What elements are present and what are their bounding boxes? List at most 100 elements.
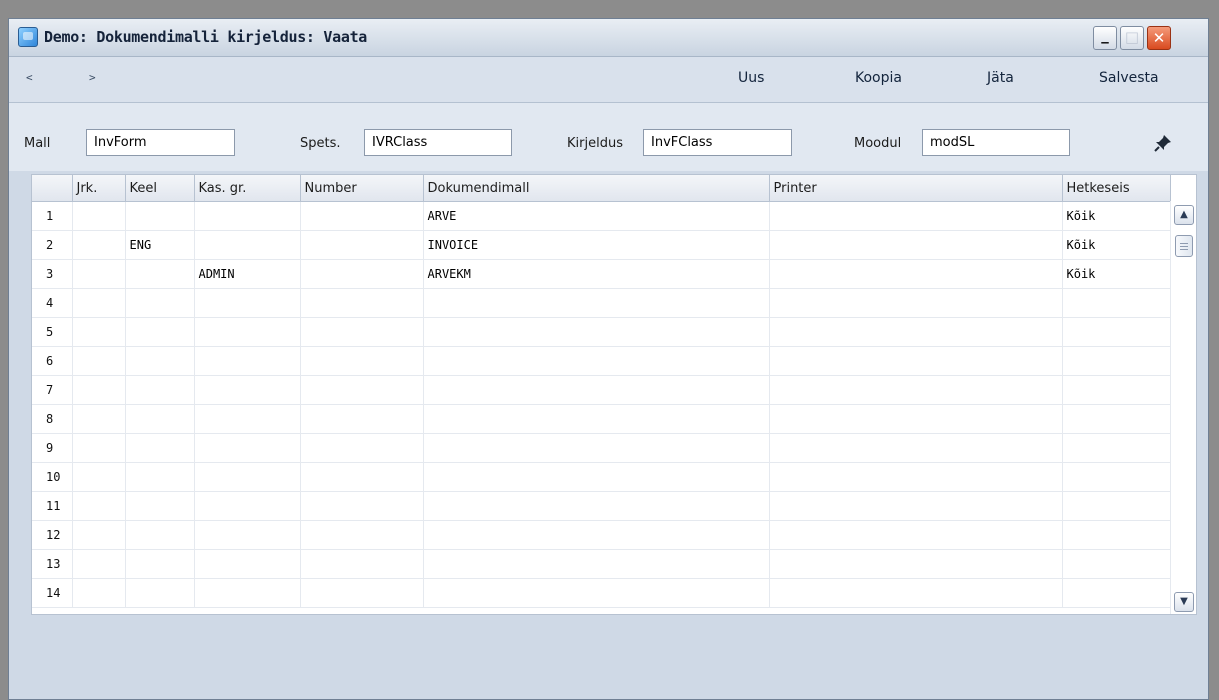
cell-dokumendimall[interactable]	[423, 375, 770, 405]
cell-printer[interactable]	[769, 549, 1063, 579]
cell-printer[interactable]	[769, 578, 1063, 608]
scroll-thumb[interactable]	[1175, 235, 1193, 257]
cell-kas-gr[interactable]	[194, 230, 301, 260]
cell-dokumendimall[interactable]	[423, 346, 770, 376]
pushpin-icon[interactable]	[1153, 133, 1173, 153]
column-header-keel[interactable]: Keel	[125, 175, 195, 202]
cell-dokumendimall[interactable]	[423, 549, 770, 579]
cell-kas-gr[interactable]	[194, 491, 301, 521]
cell-kas-gr[interactable]	[194, 549, 301, 579]
cell-number[interactable]	[300, 404, 424, 434]
cell-keel[interactable]	[125, 578, 195, 608]
cell-printer[interactable]	[769, 520, 1063, 550]
cell-kas-gr[interactable]	[194, 288, 301, 318]
previous-record-button[interactable]: <	[26, 71, 33, 84]
vertical-scrollbar[interactable]: ▲ ▼	[1170, 201, 1196, 614]
table-row[interactable]: 7	[32, 375, 1171, 405]
scroll-up-icon[interactable]: ▲	[1174, 205, 1194, 225]
next-record-button[interactable]: >	[89, 71, 96, 84]
table-row[interactable]: 2 ENG INVOICE Kõik	[32, 230, 1171, 260]
cell-dokumendimall[interactable]	[423, 288, 770, 318]
cell-number[interactable]	[300, 346, 424, 376]
table-row[interactable]: 12	[32, 520, 1171, 550]
cell-kas-gr[interactable]	[194, 201, 301, 231]
cell-keel[interactable]	[125, 317, 195, 347]
cell-kas-gr[interactable]	[194, 578, 301, 608]
column-header-jrk[interactable]: Jrk.	[72, 175, 126, 202]
cell-number[interactable]	[300, 259, 424, 289]
column-header-hetkeseis[interactable]: Hetkeseis	[1062, 175, 1171, 202]
cell-hetkeseis[interactable]	[1062, 346, 1171, 376]
cell-hetkeseis[interactable]	[1062, 288, 1171, 318]
cell-kas-gr[interactable]	[194, 346, 301, 376]
cell-hetkeseis[interactable]: Kõik	[1062, 259, 1171, 289]
minimize-button[interactable]: _	[1093, 26, 1117, 50]
table-row[interactable]: 6	[32, 346, 1171, 376]
copy-button[interactable]: Koopia	[855, 70, 902, 86]
save-button[interactable]: Salvesta	[1099, 70, 1159, 86]
cell-keel[interactable]	[125, 462, 195, 492]
cell-hetkeseis[interactable]	[1062, 317, 1171, 347]
table-row[interactable]: 8	[32, 404, 1171, 434]
table-row[interactable]: 5	[32, 317, 1171, 347]
cell-jrk[interactable]	[72, 491, 126, 521]
cell-printer[interactable]	[769, 491, 1063, 521]
cell-hetkeseis[interactable]	[1062, 462, 1171, 492]
cell-printer[interactable]	[769, 317, 1063, 347]
cell-dokumendimall[interactable]	[423, 404, 770, 434]
title-bar[interactable]: Demo: Dokumendimalli kirjeldus: Vaata _ …	[9, 19, 1208, 57]
cell-printer[interactable]	[769, 230, 1063, 260]
cell-dokumendimall[interactable]: ARVEKM	[423, 259, 770, 289]
table-row[interactable]: 3 ADMIN ARVEKM Kõik	[32, 259, 1171, 289]
cell-dokumendimall[interactable]	[423, 433, 770, 463]
cell-keel[interactable]: ENG	[125, 230, 195, 260]
cell-dokumendimall[interactable]	[423, 462, 770, 492]
cell-number[interactable]	[300, 433, 424, 463]
cell-kas-gr[interactable]	[194, 375, 301, 405]
column-header-number[interactable]: Number	[300, 175, 424, 202]
cell-hetkeseis[interactable]	[1062, 520, 1171, 550]
new-button[interactable]: Uus	[738, 70, 764, 86]
cell-dokumendimall[interactable]	[423, 520, 770, 550]
cell-number[interactable]	[300, 549, 424, 579]
cell-dokumendimall[interactable]	[423, 578, 770, 608]
cell-keel[interactable]	[125, 520, 195, 550]
cell-number[interactable]	[300, 375, 424, 405]
cell-jrk[interactable]	[72, 259, 126, 289]
cell-keel[interactable]	[125, 259, 195, 289]
cell-hetkeseis[interactable]	[1062, 404, 1171, 434]
cell-keel[interactable]	[125, 491, 195, 521]
cell-kas-gr[interactable]: ADMIN	[194, 259, 301, 289]
table-row[interactable]: 10	[32, 462, 1171, 492]
cell-jrk[interactable]	[72, 375, 126, 405]
cell-dokumendimall[interactable]	[423, 491, 770, 521]
cell-keel[interactable]	[125, 288, 195, 318]
leave-button[interactable]: Jäta	[987, 70, 1014, 86]
maximize-button[interactable]: □	[1120, 26, 1144, 50]
cell-jrk[interactable]	[72, 201, 126, 231]
cell-printer[interactable]	[769, 201, 1063, 231]
cell-jrk[interactable]	[72, 520, 126, 550]
cell-hetkeseis[interactable]	[1062, 578, 1171, 608]
cell-keel[interactable]	[125, 201, 195, 231]
cell-jrk[interactable]	[72, 578, 126, 608]
cell-number[interactable]	[300, 230, 424, 260]
table-row[interactable]: 1 ARVE Kõik	[32, 201, 1171, 231]
cell-hetkeseis[interactable]	[1062, 491, 1171, 521]
cell-hetkeseis[interactable]: Kõik	[1062, 201, 1171, 231]
table-row[interactable]: 11	[32, 491, 1171, 521]
cell-number[interactable]	[300, 317, 424, 347]
cell-number[interactable]	[300, 578, 424, 608]
column-header-dokumendimall[interactable]: Dokumendimall	[423, 175, 770, 202]
cell-dokumendimall[interactable]: INVOICE	[423, 230, 770, 260]
cell-kas-gr[interactable]	[194, 404, 301, 434]
cell-jrk[interactable]	[72, 230, 126, 260]
cell-number[interactable]	[300, 288, 424, 318]
close-button[interactable]: ✕	[1147, 26, 1171, 50]
table-row[interactable]: 13	[32, 549, 1171, 579]
scroll-down-icon[interactable]: ▼	[1174, 592, 1194, 612]
cell-keel[interactable]	[125, 549, 195, 579]
kirjeldus-field[interactable]: InvFClass	[643, 129, 792, 156]
cell-jrk[interactable]	[72, 346, 126, 376]
column-header-kas-gr[interactable]: Kas. gr.	[194, 175, 301, 202]
